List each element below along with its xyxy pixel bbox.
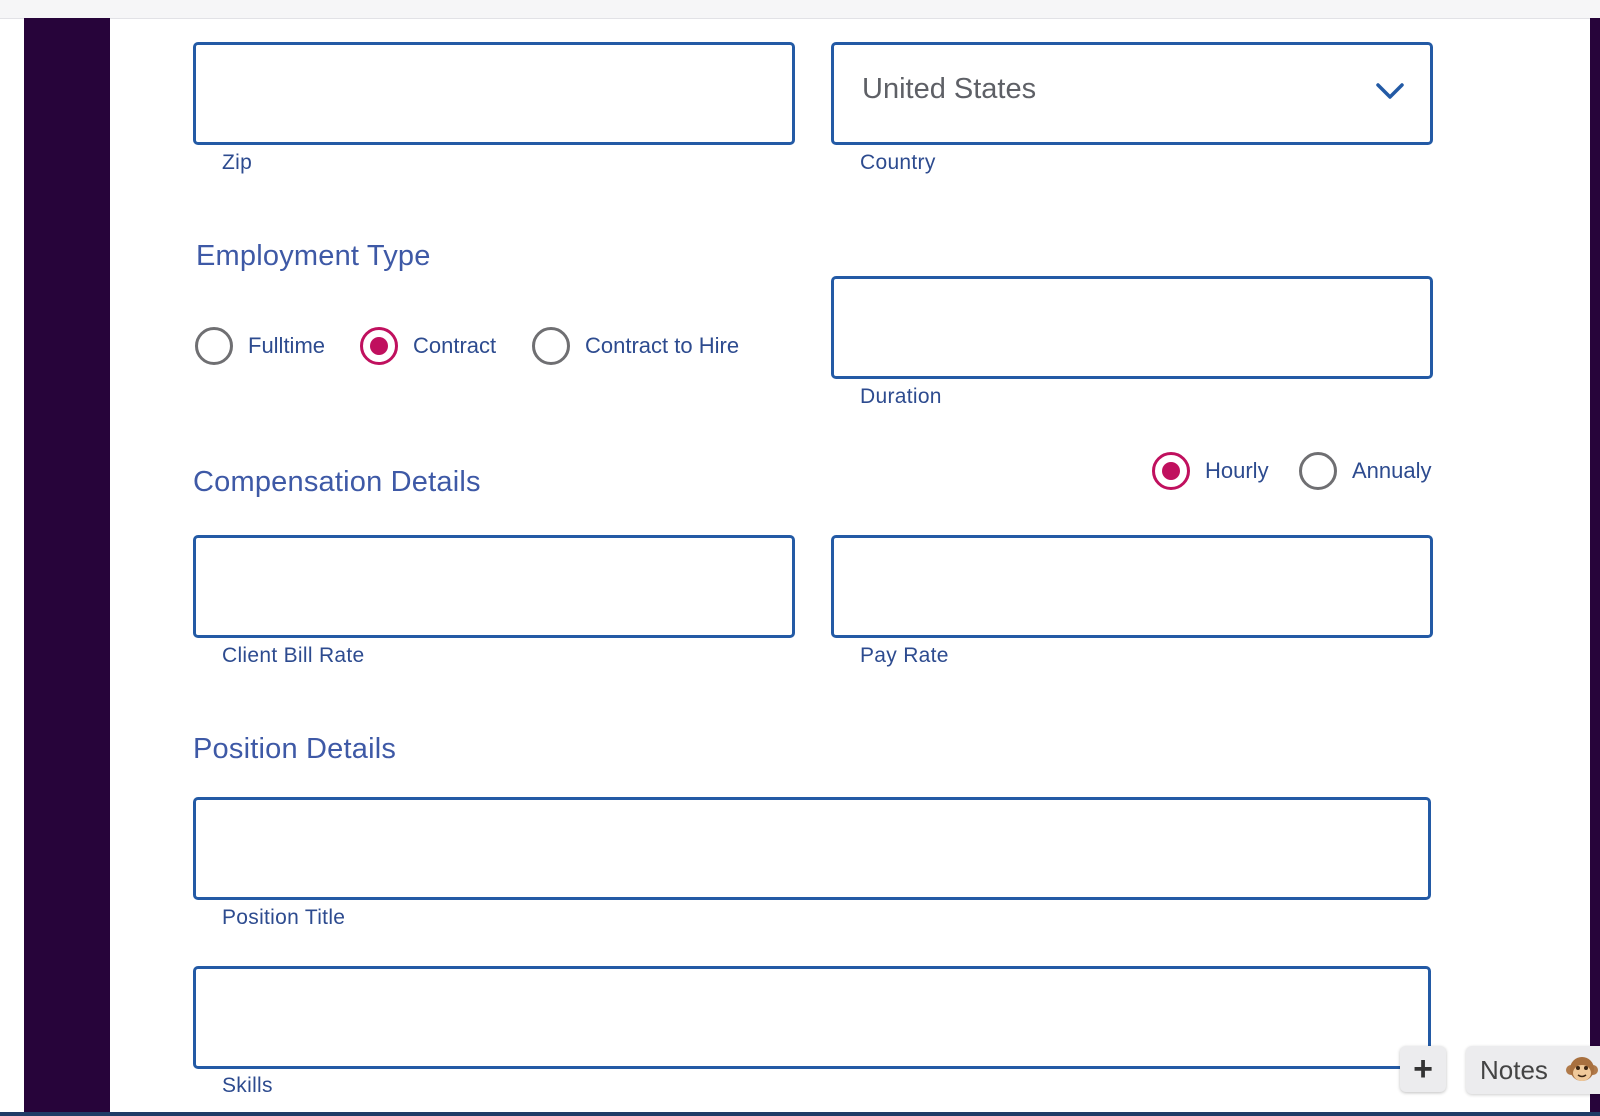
radio-circle-icon [195, 327, 233, 365]
bottom-border [0, 1112, 1600, 1116]
radio-annualy[interactable]: Annualy [1299, 452, 1432, 490]
chevron-down-icon [1376, 83, 1404, 99]
employment-type-title: Employment Type [196, 240, 431, 272]
country-select-value: United States [862, 73, 1037, 105]
pay-rate-input[interactable] [831, 535, 1433, 638]
client-bill-rate-input[interactable] [193, 535, 795, 638]
skills-input[interactable] [193, 966, 1431, 1069]
radio-fulltime[interactable]: Fulltime [195, 327, 325, 365]
notes-label: Notes [1480, 1054, 1548, 1085]
duration-label: Duration [860, 385, 942, 408]
zip-input[interactable] [193, 42, 795, 145]
plus-icon: + [1413, 1049, 1433, 1088]
radio-hourly[interactable]: Hourly [1152, 452, 1269, 490]
radio-contract-label: Contract [413, 333, 497, 358]
right-sidebar-band [1590, 18, 1600, 1116]
radio-contract-to-hire[interactable]: Contract to Hire [532, 327, 739, 365]
radio-selected-icon [360, 327, 398, 365]
browser-top-bar [0, 0, 1600, 19]
skills-label: Skills [222, 1074, 273, 1097]
monkey-icon [1566, 1057, 1598, 1081]
radio-fulltime-label: Fulltime [248, 333, 326, 358]
position-title-input[interactable] [193, 797, 1431, 900]
radio-hourly-label: Hourly [1205, 458, 1269, 483]
position-title-label: Position Title [222, 906, 346, 929]
zip-label: Zip [222, 151, 253, 174]
radio-contract-to-hire-label: Contract to Hire [585, 333, 740, 358]
radio-circle-icon [1299, 452, 1337, 490]
radio-annualy-label: Annualy [1352, 458, 1432, 483]
country-label: Country [860, 151, 936, 174]
position-details-title: Position Details [193, 733, 397, 765]
radio-selected-icon [1152, 452, 1190, 490]
client-bill-rate-label: Client Bill Rate [222, 644, 365, 667]
duration-input[interactable] [831, 276, 1433, 379]
notes-button[interactable]: Notes [1466, 1046, 1600, 1094]
left-sidebar-band [24, 18, 110, 1116]
compensation-details-title: Compensation Details [193, 466, 481, 498]
add-note-button[interactable]: + [1400, 1046, 1446, 1092]
radio-circle-icon [532, 327, 570, 365]
country-select[interactable]: United States [831, 42, 1433, 145]
pay-rate-label: Pay Rate [860, 644, 949, 667]
radio-contract[interactable]: Contract [360, 327, 496, 365]
